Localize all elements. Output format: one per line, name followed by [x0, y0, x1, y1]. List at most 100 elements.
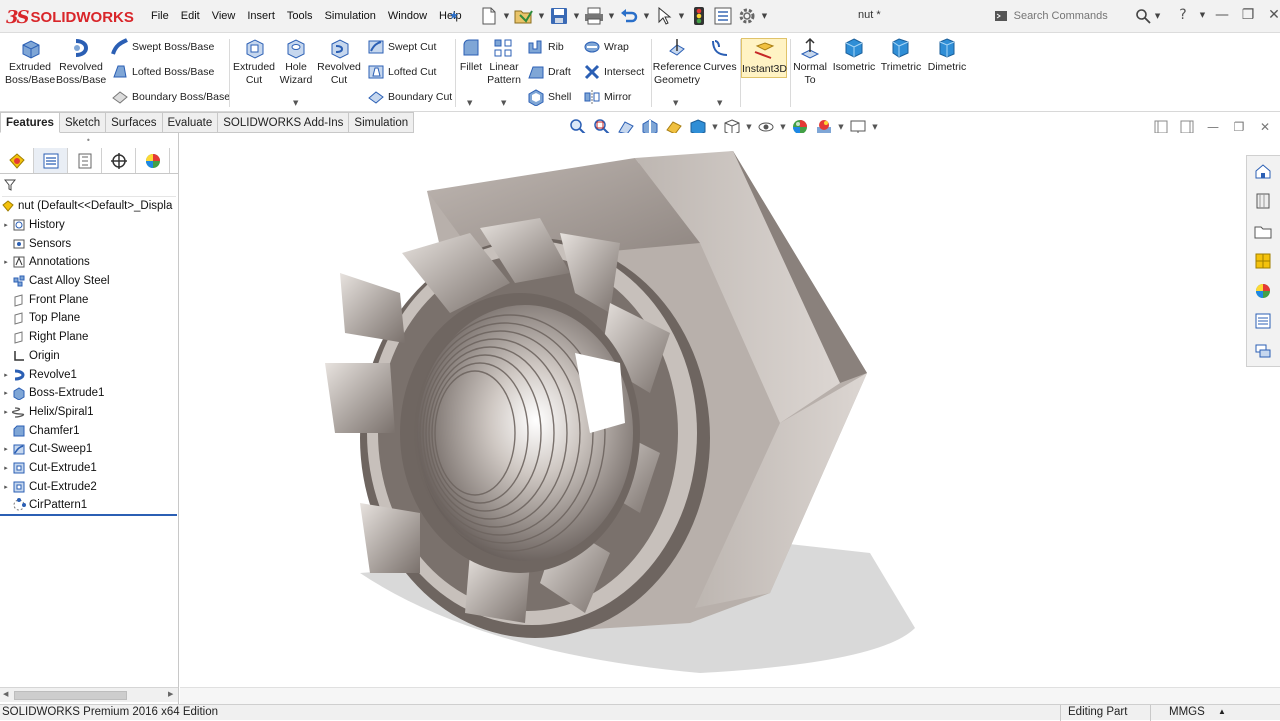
search-input[interactable]: [1009, 6, 1134, 25]
wrap-button[interactable]: Wrap: [582, 36, 629, 58]
help-dropdown-icon[interactable]: ▼: [1198, 4, 1207, 26]
lofted-boss-button[interactable]: Lofted Boss/Base: [110, 61, 214, 83]
view-orientation-dropdown-icon[interactable]: ▼: [711, 123, 719, 131]
hide-show-dropdown-icon[interactable]: ▼: [779, 123, 787, 131]
tab-evaluate[interactable]: Evaluate: [162, 112, 219, 133]
close-icon[interactable]: ✕: [1263, 4, 1280, 26]
file-properties-icon[interactable]: [712, 5, 734, 27]
print-dropdown-icon[interactable]: ▼: [607, 5, 616, 27]
trimetric-button[interactable]: Trimetric: [878, 37, 924, 74]
graphics-area[interactable]: [180, 133, 1246, 687]
draft-button[interactable]: Draft: [526, 61, 571, 83]
hole-wizard-button[interactable]: Hole Wizard: [276, 37, 316, 86]
menu-edit[interactable]: Edit: [175, 10, 206, 22]
expand-arrow-icon[interactable]: ▸: [1, 371, 11, 379]
minimize-icon[interactable]: —: [1211, 4, 1233, 26]
isometric-button[interactable]: Isometric: [830, 37, 878, 74]
expand-arrow-icon[interactable]: ▸: [1, 389, 11, 397]
design-library-icon[interactable]: [1247, 186, 1279, 216]
options-gear-icon[interactable]: [736, 5, 758, 27]
tree-item-sensors[interactable]: Sensors: [0, 234, 178, 253]
undo-dropdown-icon[interactable]: ▼: [642, 5, 651, 27]
unit-system-dropdown-icon[interactable]: ▲: [1218, 707, 1226, 716]
intersect-button[interactable]: Intersect: [582, 61, 644, 83]
display-manager-tab[interactable]: [136, 148, 170, 173]
tree-item-cut-extrude2[interactable]: ▸ Cut-Extrude2: [0, 477, 178, 496]
dimxpert-manager-tab[interactable]: [102, 148, 136, 173]
tree-root-part[interactable]: nut (Default<<Default>_Displa: [0, 197, 178, 216]
linear-pattern-dropdown-icon[interactable]: ▼: [501, 99, 506, 107]
save-icon[interactable]: [548, 5, 570, 27]
tree-item-boss-extrude1[interactable]: ▸ Boss-Extrude1: [0, 384, 178, 403]
view-palette-icon[interactable]: [1247, 246, 1279, 276]
file-explorer-icon[interactable]: [1247, 216, 1279, 246]
options-dropdown-icon[interactable]: ▼: [760, 5, 769, 27]
scroll-right-icon[interactable]: ▶: [168, 690, 173, 698]
swept-boss-button[interactable]: Swept Boss/Base: [110, 36, 214, 58]
configuration-manager-tab[interactable]: [68, 148, 102, 173]
tree-item-origin[interactable]: Origin: [0, 347, 178, 366]
rebuild-icon[interactable]: [688, 5, 710, 27]
menu-file[interactable]: File: [145, 10, 175, 22]
property-manager-tab[interactable]: [34, 148, 68, 173]
search-scope-icon[interactable]: [992, 7, 1010, 25]
apply-scene-dropdown-icon[interactable]: ▼: [837, 123, 845, 131]
menu-simulation[interactable]: Simulation: [319, 10, 382, 22]
mirror-button[interactable]: Mirror: [582, 86, 631, 108]
search-icon[interactable]: [1134, 6, 1154, 26]
feature-manager-tab[interactable]: [0, 148, 34, 173]
tree-item-chamfer1[interactable]: Chamfer1: [0, 421, 178, 440]
normal-to-button[interactable]: Normal To: [791, 37, 829, 86]
tree-item-cirpattern1[interactable]: CirPattern1: [0, 496, 178, 515]
linear-pattern-button[interactable]: Linear Pattern: [486, 37, 522, 86]
tab-sketch[interactable]: Sketch: [59, 112, 107, 133]
tab-surfaces[interactable]: Surfaces: [106, 112, 163, 133]
tree-item-front-plane[interactable]: Front Plane: [0, 290, 178, 309]
tree-item-history[interactable]: ▸ History: [0, 216, 178, 235]
open-document-icon[interactable]: [513, 5, 535, 27]
tree-item-revolve1[interactable]: ▸ Revolve1: [0, 365, 178, 384]
swept-cut-button[interactable]: Swept Cut: [366, 36, 436, 58]
unit-system[interactable]: MMGS: [1169, 706, 1205, 718]
tab-features[interactable]: Features: [0, 112, 60, 133]
tab-solidworks-addins[interactable]: SOLIDWORKS Add-Ins: [218, 112, 350, 133]
solidworks-forum-icon[interactable]: [1247, 336, 1279, 366]
expand-arrow-icon[interactable]: ▸: [1, 445, 11, 453]
new-dropdown-icon[interactable]: ▼: [502, 5, 511, 27]
solidworks-resources-icon[interactable]: [1247, 156, 1279, 186]
pane-grip-icon[interactable]: •: [86, 136, 91, 145]
tree-item-helix-spiral1[interactable]: ▸ Helix/Spiral1: [0, 403, 178, 422]
fillet-dropdown-icon[interactable]: ▼: [467, 99, 472, 107]
help-icon[interactable]: ?: [1172, 4, 1194, 26]
select-cursor-icon[interactable]: [653, 5, 675, 27]
tree-item-annotations[interactable]: ▸ Annotations: [0, 253, 178, 272]
hole-wizard-dropdown-icon[interactable]: ▼: [293, 99, 298, 107]
feature-tree-filter[interactable]: [2, 177, 176, 197]
boundary-cut-button[interactable]: Boundary Cut: [366, 86, 452, 108]
open-dropdown-icon[interactable]: ▼: [537, 5, 546, 27]
pin-menu-icon[interactable]: ★: [449, 9, 459, 22]
lofted-cut-button[interactable]: Lofted Cut: [366, 61, 436, 83]
filter-icon[interactable]: [3, 179, 17, 194]
tree-item-right-plane[interactable]: Right Plane: [0, 328, 178, 347]
view-settings-dropdown-icon[interactable]: ▼: [871, 123, 879, 131]
tree-item-top-plane[interactable]: Top Plane: [0, 309, 178, 328]
expand-arrow-icon[interactable]: ▸: [1, 221, 11, 229]
search-dropdown-icon[interactable]: ▼: [1153, 5, 1162, 27]
reference-geometry-button[interactable]: Reference Geometry: [652, 37, 702, 86]
curves-dropdown-icon[interactable]: ▼: [717, 99, 722, 107]
menu-insert[interactable]: Insert: [241, 10, 281, 22]
expand-arrow-icon[interactable]: ▸: [1, 483, 11, 491]
extruded-boss-button[interactable]: Extruded Boss/Base: [5, 37, 55, 86]
boundary-boss-button[interactable]: Boundary Boss/Base: [110, 86, 230, 108]
menu-view[interactable]: View: [206, 10, 242, 22]
feature-tree-scrollbar[interactable]: ◀ ▶: [0, 687, 178, 702]
tree-item-cut-sweep1[interactable]: ▸ Cut-Sweep1: [0, 440, 178, 459]
solidworks-logo[interactable]: 3S SOLIDWORKS: [6, 5, 134, 29]
appearances-icon[interactable]: [1247, 276, 1279, 306]
revolved-cut-button[interactable]: Revolved Cut: [316, 37, 362, 86]
shell-button[interactable]: Shell: [526, 86, 571, 108]
tree-item-cut-extrude1[interactable]: ▸ Cut-Extrude1: [0, 459, 178, 478]
select-dropdown-icon[interactable]: ▼: [677, 5, 686, 27]
save-dropdown-icon[interactable]: ▼: [572, 5, 581, 27]
